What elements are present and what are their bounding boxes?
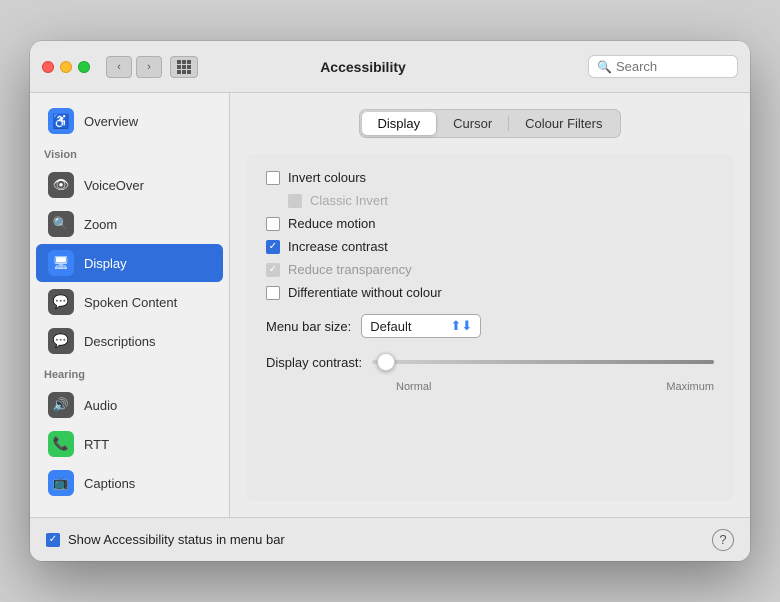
sidebar-label-descriptions: Descriptions [84, 334, 156, 349]
sidebar-item-descriptions[interactable]: 💬 Descriptions [36, 322, 223, 360]
back-button[interactable]: ‹ [106, 56, 132, 78]
sidebar-label-voiceover: VoiceOver [84, 178, 144, 193]
increase-contrast-label: Increase contrast [288, 239, 388, 254]
sidebar-label-rtt: RTT [84, 437, 109, 452]
slider-max-label: Maximum [666, 381, 714, 393]
show-status-checkbox[interactable]: ✓ [46, 533, 60, 547]
tab-bar: Display Cursor Colour Filters [246, 109, 734, 138]
checkmark-icon: ✓ [269, 242, 277, 252]
display-contrast-label: Display contrast: [266, 355, 362, 370]
menu-bar-size-value: Default [370, 319, 444, 334]
reduce-motion-row: Reduce motion [266, 216, 714, 231]
invert-colours-checkbox[interactable] [266, 171, 280, 185]
overview-icon: ♿ [48, 108, 74, 134]
rtt-icon: 📞 [48, 431, 74, 457]
search-icon: 🔍 [597, 60, 612, 74]
settings-area: Invert colours Classic Invert Reduce mot… [246, 154, 734, 501]
display-contrast-row: Display contrast: Normal Maximum [266, 352, 714, 393]
maximize-button[interactable] [78, 61, 90, 73]
slider-min-label: Normal [396, 381, 431, 393]
sidebar-section-vision: Vision [30, 141, 229, 165]
voiceover-icon: 👁 [48, 172, 74, 198]
main-content: ♿ Overview Vision 👁 VoiceOver 🔍 Zoom � [30, 93, 750, 517]
select-arrows-icon: ⬆⬇ [450, 318, 472, 334]
display-contrast-slider-track [372, 360, 714, 364]
classic-invert-label: Classic Invert [310, 193, 388, 208]
sidebar-item-captions[interactable]: 📺 Captions [36, 464, 223, 502]
menu-bar-size-row: Menu bar size: Default ⬆⬇ [266, 314, 714, 338]
reduce-transparency-checkbox[interactable]: ✓ [266, 263, 280, 277]
titlebar: ‹ › Accessibility 🔍 [30, 41, 750, 93]
spoken-content-icon: 💬 [48, 289, 74, 315]
sidebar-item-display[interactable]: 🖥 Display [36, 244, 223, 282]
reduce-transparency-row: ✓ Reduce transparency [266, 262, 714, 277]
sidebar-label-captions: Captions [84, 476, 135, 491]
captions-icon: 📺 [48, 470, 74, 496]
main-window: ‹ › Accessibility 🔍 [30, 41, 750, 561]
sidebar: ♿ Overview Vision 👁 VoiceOver 🔍 Zoom � [30, 93, 230, 517]
classic-invert-row: Classic Invert [266, 193, 714, 208]
menu-bar-size-select[interactable]: Default ⬆⬇ [361, 314, 481, 338]
sidebar-label-zoom: Zoom [84, 217, 117, 232]
tab-colour-filters[interactable]: Colour Filters [509, 112, 618, 135]
display-contrast-slider-thumb[interactable] [377, 353, 395, 371]
reduce-motion-checkbox[interactable] [266, 217, 280, 231]
tabs-container: Display Cursor Colour Filters [359, 109, 622, 138]
sidebar-label-spoken-content: Spoken Content [84, 295, 177, 310]
differentiate-without-colour-label: Differentiate without colour [288, 285, 442, 300]
slider-labels: Normal Maximum [266, 381, 714, 393]
close-button[interactable] [42, 61, 54, 73]
descriptions-icon: 💬 [48, 328, 74, 354]
sidebar-item-zoom[interactable]: 🔍 Zoom [36, 205, 223, 243]
bottom-bar: ✓ Show Accessibility status in menu bar … [30, 517, 750, 561]
tab-cursor[interactable]: Cursor [437, 112, 508, 135]
search-input[interactable] [616, 59, 726, 74]
sidebar-label-audio: Audio [84, 398, 117, 413]
menu-bar-size-label: Menu bar size: [266, 319, 351, 334]
window-title: Accessibility [146, 59, 580, 75]
zoom-icon: 🔍 [48, 211, 74, 237]
sidebar-label-display: Display [84, 256, 127, 271]
help-button[interactable]: ? [712, 529, 734, 551]
invert-colours-row: Invert colours [266, 170, 714, 185]
sidebar-label-overview: Overview [84, 114, 138, 129]
minimize-button[interactable] [60, 61, 72, 73]
reduce-motion-label: Reduce motion [288, 216, 375, 231]
sidebar-item-spoken-content[interactable]: 💬 Spoken Content [36, 283, 223, 321]
classic-invert-checkbox[interactable] [288, 194, 302, 208]
sidebar-section-hearing: Hearing [30, 361, 229, 385]
traffic-lights [42, 61, 90, 73]
show-status-label: Show Accessibility status in menu bar [68, 532, 285, 547]
sidebar-item-rtt[interactable]: 📞 RTT [36, 425, 223, 463]
increase-contrast-row: ✓ Increase contrast [266, 239, 714, 254]
differentiate-without-colour-row: Differentiate without colour [266, 285, 714, 300]
increase-contrast-checkbox[interactable]: ✓ [266, 240, 280, 254]
display-contrast-slider-container [372, 352, 714, 372]
sidebar-item-audio[interactable]: 🔊 Audio [36, 386, 223, 424]
sidebar-item-overview[interactable]: ♿ Overview [36, 102, 223, 140]
search-box[interactable]: 🔍 [588, 55, 738, 78]
right-panel: Display Cursor Colour Filters Invert col… [230, 93, 750, 517]
invert-colours-label: Invert colours [288, 170, 366, 185]
differentiate-without-colour-checkbox[interactable] [266, 286, 280, 300]
tab-display[interactable]: Display [362, 112, 437, 135]
audio-icon: 🔊 [48, 392, 74, 418]
display-icon: 🖥 [48, 250, 74, 276]
sidebar-item-voiceover[interactable]: 👁 VoiceOver [36, 166, 223, 204]
reduce-transparency-label: Reduce transparency [288, 262, 412, 277]
